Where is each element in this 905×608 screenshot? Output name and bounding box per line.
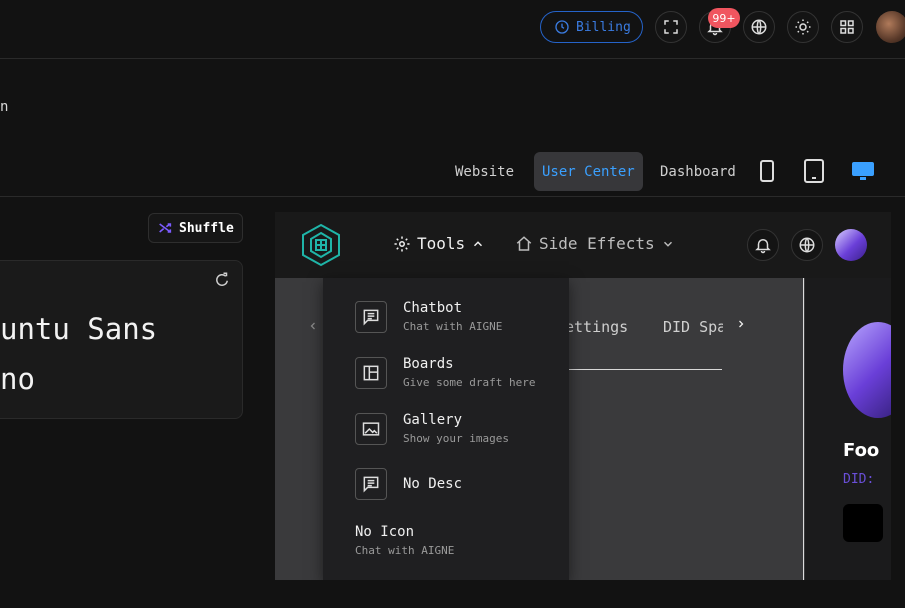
- board-icon: [363, 365, 379, 380]
- menu-item-desc: Show your images: [403, 432, 509, 445]
- chevron-right-icon: [739, 320, 744, 328]
- refresh-icon: [216, 272, 228, 286]
- nav-tools[interactable]: Tools: [393, 234, 485, 253]
- shuffle-label: Shuffle: [179, 220, 234, 236]
- preview-bell-button[interactable]: [747, 229, 779, 261]
- bell-icon: [755, 239, 771, 254]
- phone-icon: [760, 160, 774, 182]
- shuffle-button[interactable]: Shuffle: [148, 213, 243, 243]
- fullscreen-icon: [664, 20, 678, 34]
- profile-panel: Foo DID:: [805, 278, 891, 580]
- tab-indicator: [569, 369, 722, 370]
- shuffle-icon: [159, 223, 172, 233]
- menu-item-gallery[interactable]: Gallery Show your images: [355, 412, 509, 445]
- image-icon: [362, 421, 380, 436]
- profile-name: Foo: [843, 440, 880, 461]
- mobile-view-button[interactable]: [758, 159, 776, 187]
- apps-icon: [840, 20, 854, 34]
- menu-item-no-icon[interactable]: No Icon Chat with AIGNE: [355, 524, 454, 557]
- billing-label: Billing: [576, 19, 631, 35]
- menu-item-no-desc[interactable]: No Desc: [355, 468, 462, 500]
- menu-item-title: Gallery: [403, 412, 463, 428]
- nav-side-effects-label: Side Effects: [539, 234, 655, 253]
- profile-did: DID:: [843, 472, 875, 487]
- font-sample-line1: untu Sans: [0, 312, 158, 346]
- tab-did-spaces[interactable]: DID Spa: [663, 318, 723, 336]
- user-avatar[interactable]: [876, 11, 905, 43]
- globe-icon: [751, 19, 767, 35]
- board-icon-box: [355, 356, 387, 389]
- menu-item-title: Boards: [403, 356, 454, 372]
- theme-toggle-button[interactable]: [787, 11, 819, 43]
- preview-globe-button[interactable]: [791, 229, 823, 261]
- chevron-up-icon: [474, 240, 483, 246]
- profile-avatar: [843, 322, 891, 418]
- chat-icon: [363, 309, 379, 325]
- profile-action-button[interactable]: [843, 504, 883, 542]
- home-icon: [516, 235, 532, 251]
- font-sample-line2: no: [0, 362, 35, 396]
- language-button[interactable]: [743, 11, 775, 43]
- menu-item-desc: Give some draft here: [403, 376, 536, 389]
- clock-icon: [555, 20, 569, 34]
- menu-item-desc: Chat with AIGNE: [355, 544, 455, 557]
- chat-icon-box: [355, 468, 387, 500]
- chevron-left-icon: [310, 322, 315, 330]
- chat-icon-box: [355, 300, 387, 333]
- tools-dropdown-menu: Chatbot Chat with AIGNE Boards Give some…: [323, 278, 569, 580]
- refresh-button[interactable]: [213, 271, 231, 293]
- chevron-down-icon: [663, 241, 672, 247]
- menu-item-desc: Chat with AIGNE: [403, 320, 503, 333]
- menu-item-chatbot[interactable]: Chatbot Chat with AIGNE: [355, 300, 502, 333]
- tabs-scroll-right[interactable]: [735, 316, 747, 335]
- notification-badge: 99+: [708, 8, 740, 28]
- nav-tools-label: Tools: [417, 234, 466, 253]
- desktop-view-button[interactable]: [851, 160, 875, 186]
- sun-icon: [795, 19, 811, 35]
- image-icon-box: [355, 412, 387, 445]
- vertical-divider: [803, 278, 804, 580]
- menu-item-title: No Desc: [403, 476, 463, 492]
- tab-settings[interactable]: ettings: [565, 318, 628, 336]
- hexagon-logo-icon: [302, 223, 340, 267]
- logo: [298, 222, 344, 272]
- preview-frame: Tools Side Effects ettings DID Spa Foo D…: [275, 212, 891, 580]
- menu-item-title: No Icon: [355, 524, 415, 540]
- tab-website[interactable]: Website: [447, 152, 522, 191]
- tab-dashboard[interactable]: Dashboard: [652, 152, 744, 191]
- menu-item-title: Chatbot: [403, 300, 463, 316]
- nav-side-effects[interactable]: Side Effects: [515, 234, 675, 253]
- tablet-view-button[interactable]: [803, 158, 825, 188]
- preview-avatar[interactable]: [835, 229, 867, 261]
- apps-button[interactable]: [831, 11, 863, 43]
- gear-icon: [394, 236, 410, 251]
- breadcrumb: n: [0, 99, 9, 115]
- fullscreen-button[interactable]: [655, 11, 687, 43]
- globe-icon: [799, 237, 815, 253]
- menu-item-boards[interactable]: Boards Give some draft here: [355, 356, 535, 389]
- tablet-icon: [804, 159, 824, 183]
- chat-icon: [363, 476, 379, 493]
- tabs-scroll-left[interactable]: [307, 318, 319, 337]
- billing-button[interactable]: Billing: [540, 11, 643, 43]
- monitor-icon: [852, 162, 874, 180]
- divider: [0, 196, 905, 197]
- tab-user-center[interactable]: User Center: [534, 152, 643, 191]
